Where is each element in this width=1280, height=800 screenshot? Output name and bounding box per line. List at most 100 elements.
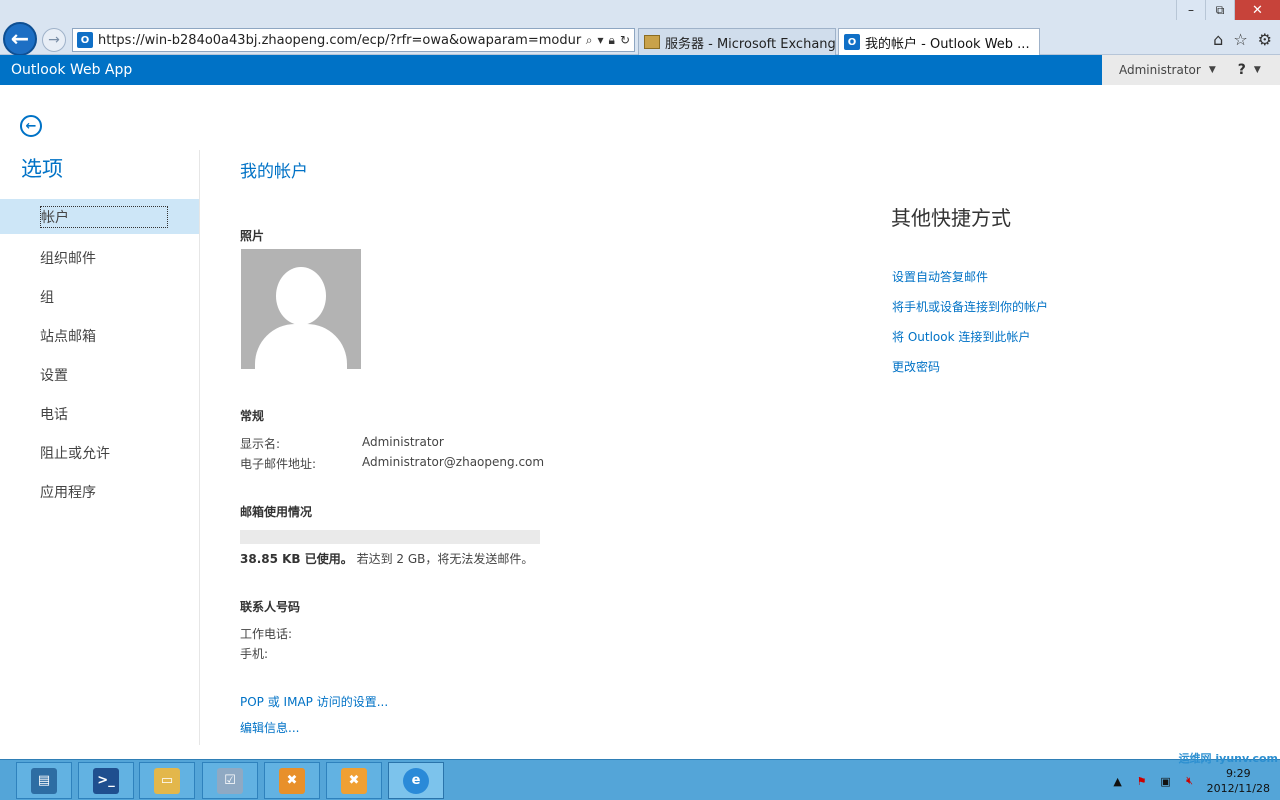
- change-password-link[interactable]: 更改密码: [892, 358, 940, 375]
- nav-item-groups[interactable]: 组: [0, 277, 199, 316]
- system-tray: ▲ ⚑ ▣ 🔇︎ 9:29 2012/11/28: [1111, 766, 1270, 796]
- usage-note: 若达到 2 GB，将无法发送邮件。: [356, 552, 534, 566]
- tab-label: 服务器 - Microsoft Exchange: [665, 36, 836, 52]
- photo-label: 照片: [240, 229, 265, 243]
- clock-date: 2012/11/28: [1206, 782, 1270, 795]
- taskbar-internet-explorer[interactable]: e: [388, 762, 444, 799]
- help-icon[interactable]: ?: [1238, 62, 1246, 78]
- options-title: 选项: [21, 157, 63, 181]
- outlook-favicon-icon: O: [844, 34, 860, 50]
- nav-item-label: 组织邮件: [40, 250, 96, 267]
- lock-icon[interactable]: 🔒︎: [609, 33, 615, 48]
- restore-icon[interactable]: ⧉: [1205, 0, 1234, 20]
- nav-item-label: 帐户: [40, 205, 168, 228]
- nav-item-label: 设置: [40, 367, 68, 384]
- action-center-flag-icon[interactable]: ⚑: [1135, 774, 1149, 788]
- nav-item-organize-mail[interactable]: 组织邮件: [0, 238, 199, 277]
- user-menu[interactable]: Administrator ▼ ? ▼: [1102, 55, 1280, 85]
- mailbox-usage-bar: [240, 530, 540, 544]
- connect-outlook-link[interactable]: 将 Outlook 连接到此帐户: [892, 328, 1030, 345]
- favorites-star-icon[interactable]: ☆: [1233, 30, 1247, 49]
- owa-header: Outlook Web App Administrator ▼ ? ▼: [0, 55, 1280, 85]
- chevron-down-icon: ▼: [1253, 65, 1261, 75]
- avatar-head-icon: [276, 267, 326, 325]
- other-shortcuts-title: 其他快捷方式: [891, 206, 1011, 230]
- avatar-body-icon: [255, 324, 347, 369]
- nav-item-label: 应用程序: [40, 484, 96, 501]
- mobile-label: 手机:: [240, 647, 269, 661]
- clock-time: 9:29: [1225, 767, 1251, 780]
- taskbar-exchange-console[interactable]: ✖: [326, 762, 382, 799]
- search-icon[interactable]: ⌕: [586, 33, 593, 48]
- taskbar-server-manager[interactable]: ▤: [16, 762, 72, 799]
- close-tab-icon[interactable]: ✕: [1030, 35, 1039, 49]
- display-name-label: 显示名:: [240, 437, 281, 451]
- network-icon[interactable]: ▣: [1159, 774, 1173, 788]
- pop-imap-settings-link[interactable]: POP 或 IMAP 访问的设置...: [240, 693, 388, 710]
- browser-forward-button[interactable]: →: [42, 28, 66, 52]
- exchange-shell-icon: ✖: [279, 767, 305, 794]
- nav-item-settings[interactable]: 设置: [0, 355, 199, 394]
- user-name: Administrator: [1119, 63, 1201, 77]
- watermark: 运维网 iyunv.com: [1178, 752, 1278, 765]
- nav-item-label: 阻止或允许: [40, 445, 110, 462]
- nav-item-phone[interactable]: 电话: [0, 394, 199, 433]
- general-label: 常规: [240, 409, 265, 423]
- dropdown-icon[interactable]: ▾: [598, 33, 604, 48]
- minimize-icon[interactable]: –: [1176, 0, 1205, 20]
- nav-item-site-mailboxes[interactable]: 站点邮箱: [0, 316, 199, 355]
- volume-muted-icon[interactable]: 🔇︎: [1183, 774, 1197, 788]
- home-icon[interactable]: ⌂: [1213, 30, 1223, 49]
- tools-gear-icon[interactable]: ⚙: [1258, 30, 1272, 49]
- user-photo-placeholder: [241, 249, 361, 369]
- window-controls: – ⧉ ✕: [1176, 0, 1280, 20]
- browser-back-button[interactable]: ←: [3, 22, 37, 56]
- chevron-down-icon: ▼: [1208, 65, 1216, 75]
- nav-divider: [199, 150, 200, 745]
- tools-checklist-icon: ☑: [217, 767, 243, 794]
- connect-device-link[interactable]: 将手机或设备连接到你的帐户: [892, 298, 1048, 315]
- work-phone-label: 工作电话:: [240, 627, 293, 641]
- mailbox-usage-label: 邮箱使用情况: [240, 505, 313, 519]
- mailbox-usage-text: 38.85 KB 已使用。 若达到 2 GB，将无法发送邮件。: [240, 550, 533, 567]
- taskbar-exchange-shell[interactable]: ✖: [264, 762, 320, 799]
- email-label: 电子邮件地址:: [240, 457, 317, 471]
- powershell-icon: >_: [93, 767, 119, 794]
- close-window-icon[interactable]: ✕: [1234, 0, 1280, 20]
- options-nav: 帐户 组织邮件 组 站点邮箱 设置 电话 阻止或允许 应用程序: [0, 199, 199, 511]
- nav-item-label: 站点邮箱: [40, 328, 96, 345]
- internet-explorer-icon: e: [403, 767, 429, 794]
- address-url[interactable]: https://win-b284o0a43bj.zhaopeng.com/ecp…: [98, 33, 582, 48]
- display-name-value: Administrator: [362, 435, 444, 449]
- tab-label: 我的帐户 - Outlook Web ...: [865, 36, 1030, 52]
- server-manager-icon: ▤: [31, 767, 57, 794]
- nav-item-block-or-allow[interactable]: 阻止或允许: [0, 433, 199, 472]
- back-arrow-icon[interactable]: ←: [20, 115, 42, 137]
- taskbar-file-explorer[interactable]: ▭: [139, 762, 195, 799]
- taskbar-task-tools[interactable]: ☑: [202, 762, 258, 799]
- address-bar[interactable]: O https://win-b284o0a43bj.zhaopeng.com/e…: [72, 28, 635, 52]
- exchange-icon: ✖: [341, 767, 367, 794]
- contact-numbers-label: 联系人号码: [240, 600, 301, 614]
- nav-item-label: 组: [40, 289, 54, 306]
- browser-chrome: – ⧉ ✕ ← → O https://win-b284o0a43bj.zhao…: [0, 0, 1280, 56]
- auto-reply-link[interactable]: 设置自动答复邮件: [892, 268, 988, 285]
- folder-icon: ▭: [154, 767, 180, 794]
- nav-item-account[interactable]: 帐户: [0, 199, 199, 234]
- nav-item-label: 电话: [40, 406, 68, 423]
- page-title: 我的帐户: [240, 162, 308, 182]
- server-favicon-icon: [644, 35, 660, 49]
- refresh-icon[interactable]: ↻: [620, 33, 630, 48]
- usage-used: 38.85 KB 已使用。: [240, 552, 353, 566]
- tab-exchange-server[interactable]: 服务器 - Microsoft Exchange: [638, 28, 836, 55]
- show-hidden-icons-icon[interactable]: ▲: [1111, 774, 1125, 788]
- taskbar-powershell[interactable]: >_: [78, 762, 134, 799]
- taskbar-clock[interactable]: 9:29 2012/11/28: [1207, 766, 1270, 796]
- app-title[interactable]: Outlook Web App: [11, 62, 132, 78]
- nav-item-apps[interactable]: 应用程序: [0, 472, 199, 511]
- tab-my-account[interactable]: O 我的帐户 - Outlook Web ... ✕: [838, 28, 1040, 55]
- taskbar: ▤ >_ ▭ ☑ ✖ ✖ e ▲ ⚑ ▣ 🔇︎ 9:29 2012/11/28: [0, 759, 1280, 800]
- edit-info-link[interactable]: 编辑信息...: [240, 719, 299, 736]
- outlook-favicon-icon: O: [77, 32, 93, 48]
- email-value: Administrator@zhaopeng.com: [362, 455, 545, 469]
